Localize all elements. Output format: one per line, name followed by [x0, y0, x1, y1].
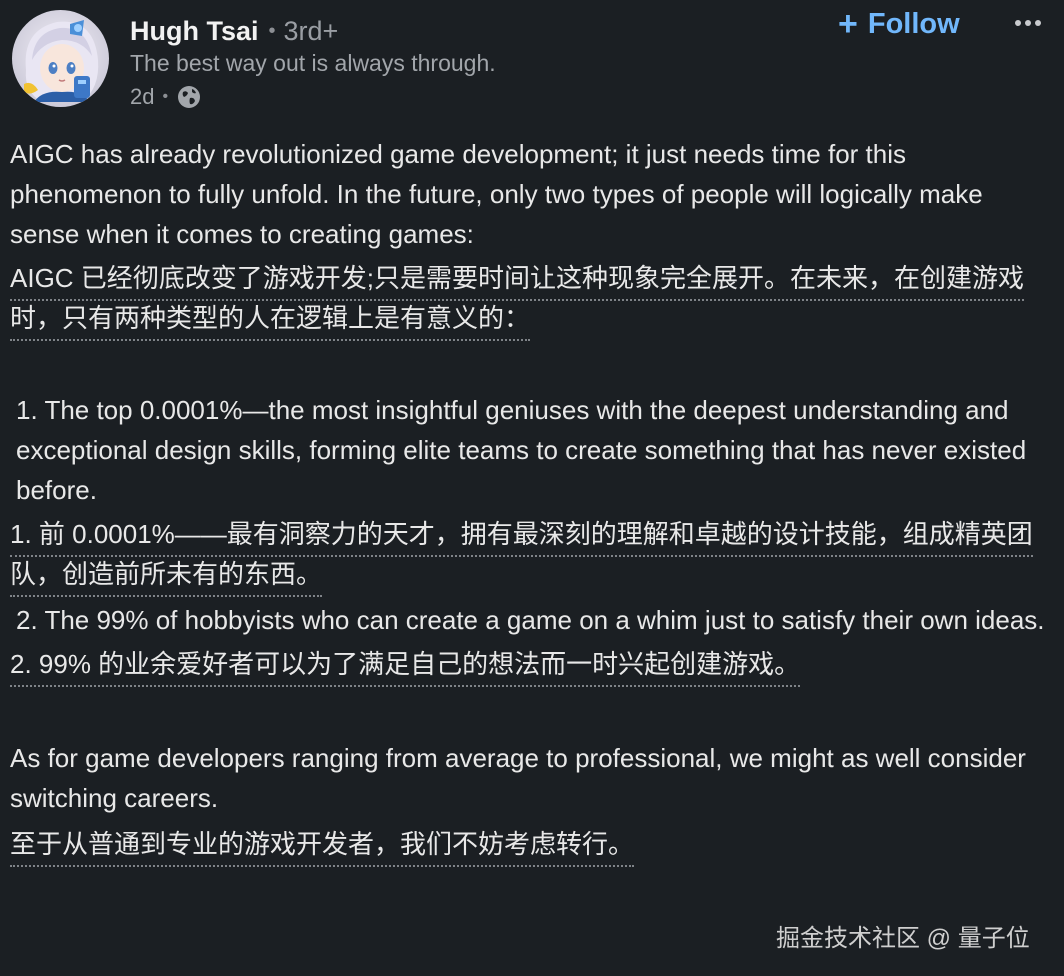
follow-button[interactable]: + Follow — [838, 4, 960, 44]
post-paragraph-1-zh: AIGC 已经彻底改变了游戏开发;只是需要时间让这种现象完全展开。在未来，在创建… — [10, 258, 1050, 341]
author-headline: The best way out is always through. — [130, 50, 496, 76]
more-options-button[interactable] — [1008, 8, 1048, 38]
follow-label: Follow — [867, 7, 960, 40]
post-meta: 2d • — [130, 82, 202, 112]
post-paragraph-3-zh: 至于从普通到专业的游戏开发者，我们不妨考虑转行。 — [10, 824, 1050, 867]
plus-icon: + — [838, 5, 858, 43]
avatar[interactable] — [12, 10, 109, 107]
translation-text: AIGC 已经彻底改变了游戏开发;只是需要时间让这种现象完全展开。在未来，在创建… — [10, 263, 1025, 341]
globe-icon — [176, 84, 202, 110]
translation-text: 2. 99% 的业余爱好者可以为了满足自己的想法而一时兴起创建游戏。 — [10, 649, 801, 687]
post-item-2-en: 2. The 99% of hobbyists who can create a… — [16, 605, 1045, 635]
post-item-1-en: 1. The top 0.0001%—the most insightful g… — [16, 395, 1027, 505]
author-line: Hugh Tsai • 3rd+ — [130, 12, 338, 50]
author-name[interactable]: Hugh Tsai — [130, 16, 259, 47]
connection-degree: 3rd+ — [283, 15, 339, 46]
post-time: 2d — [130, 84, 155, 109]
translation-text: 1. 前 0.0001%——最有洞察力的天才，拥有最深刻的理解和卓越的设计技能，… — [10, 519, 1033, 597]
separator-dot: • — [162, 88, 169, 105]
post-item-1-zh: 1. 前 0.0001%——最有洞察力的天才，拥有最深刻的理解和卓越的设计技能，… — [10, 514, 1050, 597]
more-horizontal-icon — [1015, 20, 1041, 26]
separator-dot: • — [268, 19, 276, 42]
post-paragraph-1-en: AIGC has already revolutionized game dev… — [10, 139, 983, 249]
post-paragraph-3-en: As for game developers ranging from aver… — [10, 743, 1026, 813]
post-body: AIGC has already revolutionized game dev… — [10, 134, 1050, 867]
watermark: 掘金技术社区 @ 量子位 — [776, 925, 1030, 952]
post-item-2-zh: 2. 99% 的业余爱好者可以为了满足自己的想法而一时兴起创建游戏。 — [10, 644, 1050, 687]
translation-text: 至于从普通到专业的游戏开发者，我们不妨考虑转行。 — [10, 829, 635, 867]
